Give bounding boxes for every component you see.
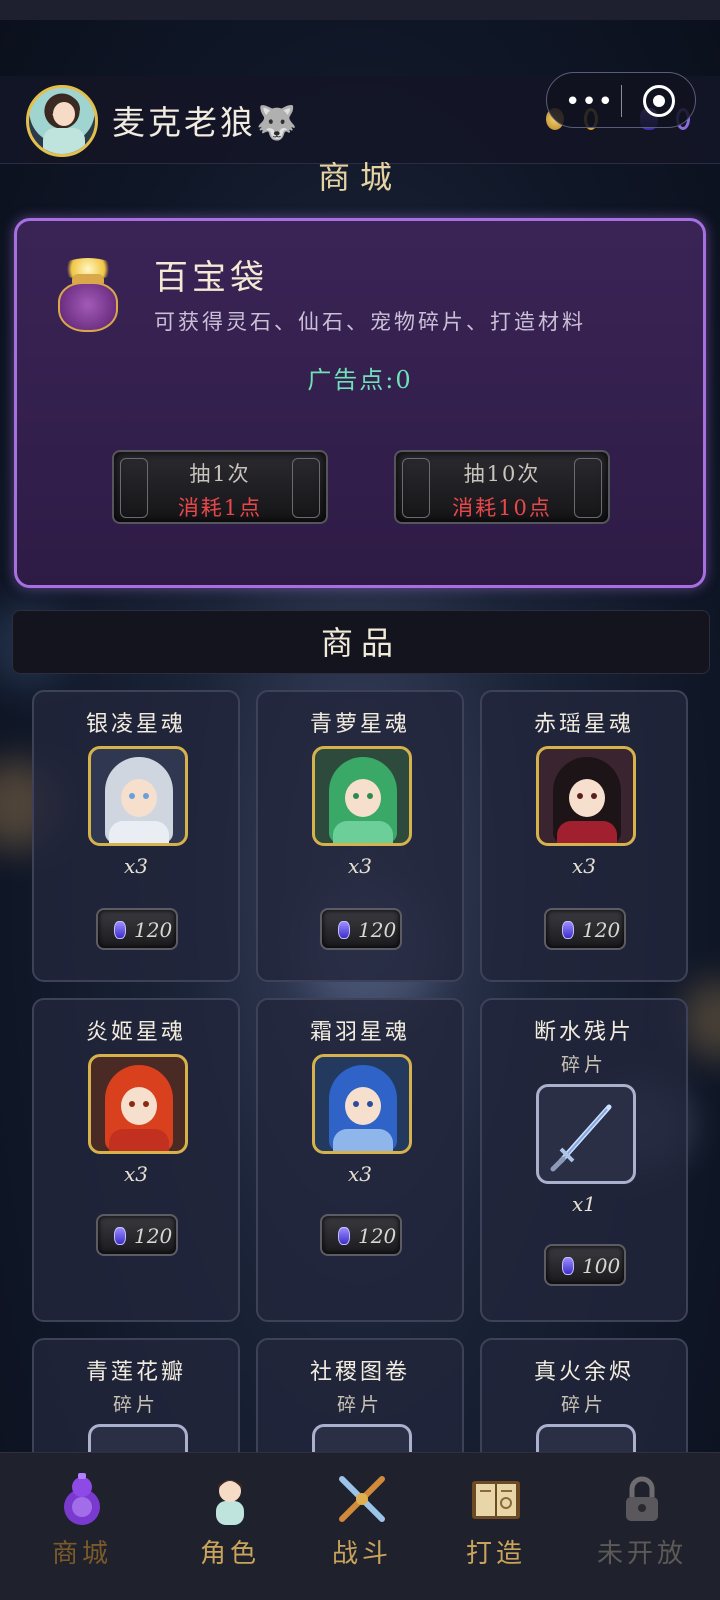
goods-name: 社稷图卷	[309, 1360, 410, 1385]
gem-icon	[338, 1227, 350, 1245]
nav-shop[interactable]: 商城	[10, 1453, 154, 1600]
close-miniprogram-icon[interactable]	[643, 85, 675, 117]
price-button[interactable]: 120	[96, 1214, 178, 1256]
goods-name: 赤瑶星魂	[533, 712, 634, 737]
goods-card-frost-soul[interactable]: 霜羽星魂 x3 120	[256, 998, 464, 1322]
gourd-icon	[54, 1471, 110, 1527]
goods-card-scroll[interactable]: 社稷图卷 碎片	[256, 1338, 464, 1468]
goods-card-broken-water-fragment[interactable]: 断水残片 碎片 x1 100	[480, 998, 688, 1322]
goods-subtitle: 碎片	[560, 1394, 607, 1416]
price-value: 120	[358, 918, 397, 942]
nav-battle[interactable]: 战斗	[290, 1453, 434, 1600]
goods-subtitle: 碎片	[112, 1394, 159, 1416]
draw-once-button[interactable]: 抽1次 消耗1点	[112, 450, 328, 524]
draw-ten-cost: 消耗10点	[452, 496, 552, 520]
draw-once-cost: 消耗1点	[177, 496, 263, 520]
price-value: 120	[358, 1224, 397, 1248]
gem-icon	[562, 1257, 574, 1275]
goods-name: 青萝星魂	[309, 712, 410, 737]
bottom-navigation: 商城 角色 战斗 打造 未开放	[0, 1452, 720, 1600]
nav-character-label: 角色	[199, 1539, 260, 1569]
miniprogram-capsule: •••	[546, 72, 696, 128]
goods-name: 银凌星魂	[85, 712, 186, 737]
goods-card-flame-soul[interactable]: 炎姬星魂 x3 120	[32, 998, 240, 1322]
price-button[interactable]: 120	[320, 908, 402, 950]
crimson-soul-portrait-icon	[536, 746, 636, 846]
goods-subtitle: 碎片	[336, 1394, 383, 1416]
nav-character[interactable]: 角色	[158, 1453, 302, 1600]
goods-quantity: x3	[571, 854, 596, 878]
sword-icon	[536, 1084, 636, 1184]
treasure-bag-icon	[54, 258, 122, 334]
price-button[interactable]: 120	[320, 1214, 402, 1256]
goods-quantity: x3	[347, 1162, 372, 1186]
price-button[interactable]: 100	[544, 1244, 626, 1286]
goods-name: 青莲花瓣	[85, 1360, 186, 1385]
draw-ten-label: 抽10次	[463, 462, 541, 486]
lucky-bag-description: 可获得灵石、仙石、宠物碎片、打造材料	[154, 310, 586, 334]
username: 麦克老狼🐺	[112, 103, 301, 142]
goods-quantity: x1	[571, 1192, 596, 1216]
price-button[interactable]: 120	[544, 908, 626, 950]
gem-icon	[114, 921, 126, 939]
goods-card-fire-ember[interactable]: 真火余烬 碎片	[480, 1338, 688, 1468]
gem-icon	[562, 921, 574, 939]
price-value: 100	[582, 1254, 621, 1278]
more-icon[interactable]: •••	[565, 87, 614, 117]
goods-card-lotus-petal[interactable]: 青莲花瓣 碎片	[32, 1338, 240, 1468]
nav-locked-label: 未开放	[596, 1539, 687, 1569]
goods-quantity: x3	[347, 854, 372, 878]
goods-name: 炎姬星魂	[85, 1020, 186, 1045]
goods-card-silver-soul[interactable]: 银凌星魂 x3 120	[32, 690, 240, 982]
character-icon	[202, 1471, 258, 1527]
user-avatar[interactable]	[26, 85, 98, 157]
nav-locked[interactable]: 未开放	[570, 1453, 714, 1600]
price-value: 120	[134, 918, 173, 942]
book-icon	[468, 1471, 524, 1527]
goods-name: 真火余烬	[533, 1360, 634, 1385]
nav-battle-label: 战斗	[331, 1539, 392, 1569]
price-button[interactable]: 120	[96, 908, 178, 950]
status-bar	[0, 0, 720, 20]
gem-icon	[114, 1227, 126, 1245]
goods-name: 霜羽星魂	[309, 1020, 410, 1045]
lucky-bag-title: 百宝袋	[154, 258, 268, 298]
goods-subtitle: 碎片	[560, 1054, 607, 1076]
flame-soul-portrait-icon	[88, 1054, 188, 1154]
goods-section-header: 商品	[12, 610, 710, 674]
draw-ten-button[interactable]: 抽10次 消耗10点	[394, 450, 610, 524]
goods-card-green-soul[interactable]: 青萝星魂 x3 120	[256, 690, 464, 982]
ad-points: 广告点:0	[307, 366, 413, 394]
capsule-divider	[621, 85, 622, 117]
nav-forge-label: 打造	[465, 1539, 526, 1569]
gem-icon	[338, 921, 350, 939]
crossed-swords-icon	[334, 1471, 390, 1527]
draw-once-label: 抽1次	[189, 462, 251, 486]
goods-quantity: x3	[123, 854, 148, 878]
goods-quantity: x3	[123, 1162, 148, 1186]
goods-name: 断水残片	[533, 1020, 634, 1045]
goods-card-crimson-soul[interactable]: 赤瑶星魂 x3 120	[480, 690, 688, 982]
price-value: 120	[134, 1224, 173, 1248]
nav-forge[interactable]: 打造	[424, 1453, 568, 1600]
lock-icon	[614, 1471, 670, 1527]
silver-soul-portrait-icon	[88, 746, 188, 846]
green-soul-portrait-icon	[312, 746, 412, 846]
frost-soul-portrait-icon	[312, 1054, 412, 1154]
price-value: 120	[582, 918, 621, 942]
nav-shop-label: 商城	[51, 1539, 112, 1569]
